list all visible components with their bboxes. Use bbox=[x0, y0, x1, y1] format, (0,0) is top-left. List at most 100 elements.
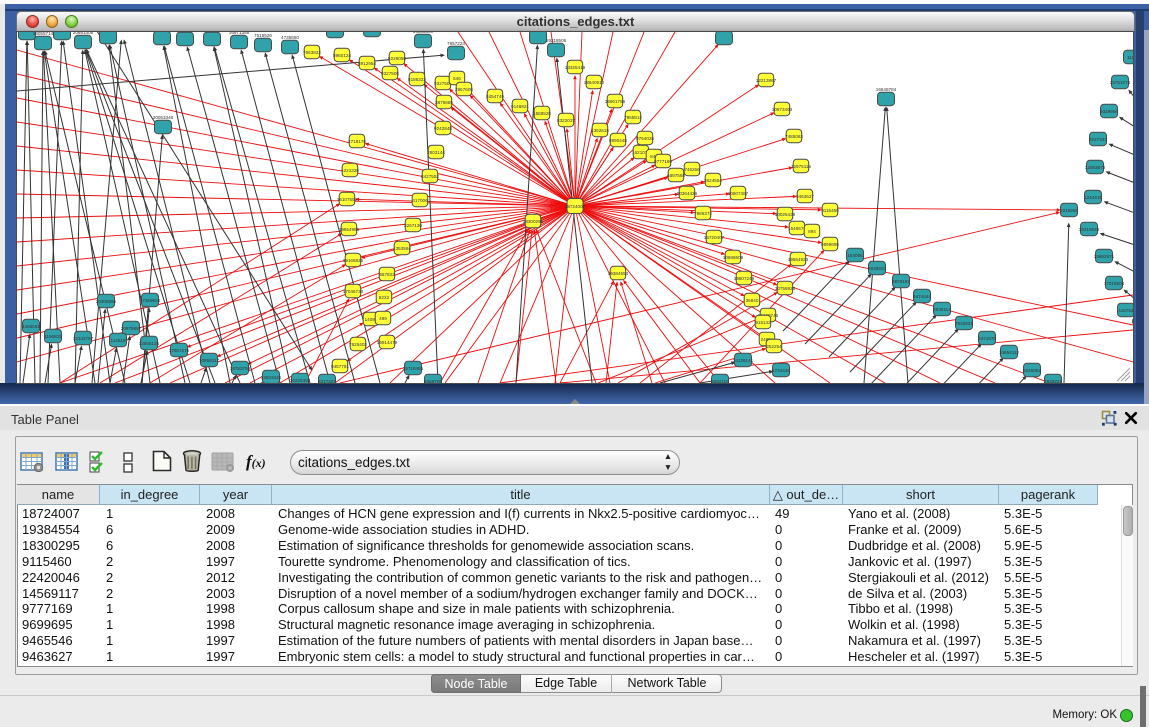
svg-text:9245052: 9245052 bbox=[1023, 368, 1041, 373]
svg-text:16782759: 16782759 bbox=[230, 366, 251, 371]
svg-text:20975887: 20975887 bbox=[121, 326, 142, 331]
svg-text:14136141: 14136141 bbox=[733, 358, 754, 363]
svg-text:7625402: 7625402 bbox=[349, 342, 367, 347]
svg-text:12093873: 12093873 bbox=[1085, 165, 1106, 170]
svg-text:15751074: 15751074 bbox=[1110, 80, 1131, 85]
svg-text:12923448: 12923448 bbox=[261, 375, 282, 380]
svg-text:2867608: 2867608 bbox=[455, 87, 473, 92]
svg-text:5682115: 5682115 bbox=[711, 379, 729, 383]
svg-text:6897568: 6897568 bbox=[667, 173, 685, 178]
svg-text:19166825: 19166825 bbox=[343, 258, 364, 263]
svg-text:1549575: 1549575 bbox=[788, 226, 806, 231]
svg-text:2718176: 2718176 bbox=[348, 139, 366, 144]
svg-text:8990448: 8990448 bbox=[609, 138, 627, 143]
svg-text:19218506: 19218506 bbox=[546, 38, 567, 43]
svg-text:10807487: 10807487 bbox=[728, 191, 749, 196]
svg-text:36840: 36840 bbox=[746, 298, 759, 303]
svg-text:7955812: 7955812 bbox=[624, 115, 642, 120]
svg-text:19384554: 19384554 bbox=[608, 271, 629, 276]
svg-text:587833: 587833 bbox=[379, 272, 395, 277]
svg-text:8427552: 8427552 bbox=[421, 174, 439, 179]
svg-text:417006: 417006 bbox=[412, 198, 428, 203]
svg-text:15720407: 15720407 bbox=[704, 235, 725, 240]
svg-text:8215955: 8215955 bbox=[1060, 208, 1078, 213]
svg-text:16033809: 16033809 bbox=[413, 32, 434, 34]
svg-text:10025438: 10025438 bbox=[775, 212, 796, 217]
svg-text:1839221: 1839221 bbox=[1044, 379, 1062, 383]
svg-text:915132: 915132 bbox=[755, 320, 771, 325]
svg-text:9217207: 9217207 bbox=[318, 379, 336, 383]
svg-text:746266: 746266 bbox=[684, 167, 700, 172]
svg-text:10228452: 10228452 bbox=[290, 378, 311, 383]
svg-text:20206555: 20206555 bbox=[96, 299, 117, 304]
svg-text:10973493: 10973493 bbox=[772, 107, 793, 112]
svg-text:20364436: 20364436 bbox=[677, 191, 698, 196]
svg-text:10756928: 10756928 bbox=[775, 286, 796, 291]
svg-text:1465061: 1465061 bbox=[22, 324, 40, 329]
svg-text:9474444: 9474444 bbox=[913, 294, 931, 299]
svg-text:7485063: 7485063 bbox=[785, 134, 803, 139]
svg-text:17359924: 17359924 bbox=[140, 298, 161, 303]
svg-text:17957275: 17957275 bbox=[169, 348, 190, 353]
svg-text:16971355: 16971355 bbox=[229, 32, 250, 35]
svg-text:9146821: 9146821 bbox=[511, 104, 529, 109]
svg-text:18807249: 18807249 bbox=[734, 276, 755, 281]
svg-text:14055714: 14055714 bbox=[33, 32, 54, 36]
svg-text:1733426: 1733426 bbox=[772, 368, 790, 373]
svg-text:20691406: 20691406 bbox=[73, 32, 94, 35]
svg-text:9899695: 9899695 bbox=[821, 242, 839, 247]
svg-text:1244415: 1244415 bbox=[1084, 195, 1102, 200]
svg-text:10654112: 10654112 bbox=[999, 350, 1020, 355]
svg-text:9794028: 9794028 bbox=[636, 136, 654, 141]
svg-text:18724007: 18724007 bbox=[565, 204, 586, 209]
svg-text:2935114: 2935114 bbox=[933, 307, 951, 312]
svg-text:894: 894 bbox=[808, 229, 816, 234]
svg-text:8912954: 8912954 bbox=[358, 61, 376, 66]
svg-text:9227343: 9227343 bbox=[1089, 137, 1107, 142]
svg-text:12213967: 12213967 bbox=[756, 78, 777, 83]
svg-text:15692971: 15692971 bbox=[1094, 254, 1115, 259]
svg-text:9457791: 9457791 bbox=[331, 364, 349, 369]
svg-text:13325419: 13325419 bbox=[565, 65, 586, 70]
svg-text:16914479: 16914479 bbox=[377, 340, 398, 345]
svg-text:252254: 252254 bbox=[766, 344, 782, 349]
svg-text:7857224: 7857224 bbox=[447, 41, 465, 46]
svg-text:17046738: 17046738 bbox=[343, 289, 364, 294]
svg-text:10688609: 10688609 bbox=[723, 255, 744, 260]
svg-text:16210643: 16210643 bbox=[1079, 227, 1100, 232]
svg-text:1353594: 1353594 bbox=[393, 246, 411, 251]
svg-text:8489709: 8489709 bbox=[424, 379, 442, 383]
svg-text:8222: 8222 bbox=[379, 295, 390, 300]
svg-text:114519: 114519 bbox=[111, 338, 126, 343]
svg-text:1362615: 1362615 bbox=[591, 128, 609, 133]
svg-text:6879197: 6879197 bbox=[892, 279, 910, 284]
svg-text:4735650: 4735650 bbox=[281, 35, 299, 40]
svg-text:546: 546 bbox=[453, 76, 461, 81]
svg-text:16648784: 16648784 bbox=[876, 87, 897, 92]
svg-text:2803144: 2803144 bbox=[427, 150, 445, 155]
svg-text:10958117: 10958117 bbox=[199, 358, 220, 363]
svg-text:7632621: 7632621 bbox=[955, 321, 973, 326]
svg-text:9327505: 9327505 bbox=[381, 71, 399, 76]
svg-text:1221338: 1221338 bbox=[341, 168, 359, 173]
svg-text:20053346: 20053346 bbox=[153, 115, 174, 120]
svg-text:17016504: 17016504 bbox=[1104, 281, 1125, 286]
svg-text:1156829: 1156829 bbox=[44, 334, 62, 339]
svg-text:3624554: 3624554 bbox=[704, 178, 722, 183]
svg-text:8186323: 8186323 bbox=[408, 77, 426, 82]
svg-text:12505135: 12505135 bbox=[139, 341, 160, 346]
svg-text:5226058: 5226058 bbox=[388, 56, 406, 61]
svg-text:1112: 1112 bbox=[1127, 55, 1133, 60]
svg-text:12975115: 12975115 bbox=[791, 164, 812, 169]
svg-text:7663822: 7663822 bbox=[303, 50, 321, 55]
svg-text:9115460: 9115460 bbox=[821, 208, 839, 213]
svg-text:18300295: 18300295 bbox=[523, 219, 544, 224]
svg-text:15716485: 15716485 bbox=[403, 366, 424, 371]
svg-text:3875685: 3875685 bbox=[435, 100, 453, 105]
svg-text:16107552: 16107552 bbox=[337, 197, 358, 202]
svg-text:18640910: 18640910 bbox=[584, 80, 605, 85]
svg-text:9329966: 9329966 bbox=[1100, 109, 1118, 114]
svg-text:116753: 116753 bbox=[1119, 308, 1134, 313]
svg-text:5938923: 5938923 bbox=[868, 266, 886, 271]
svg-text:8471676: 8471676 bbox=[978, 336, 996, 341]
